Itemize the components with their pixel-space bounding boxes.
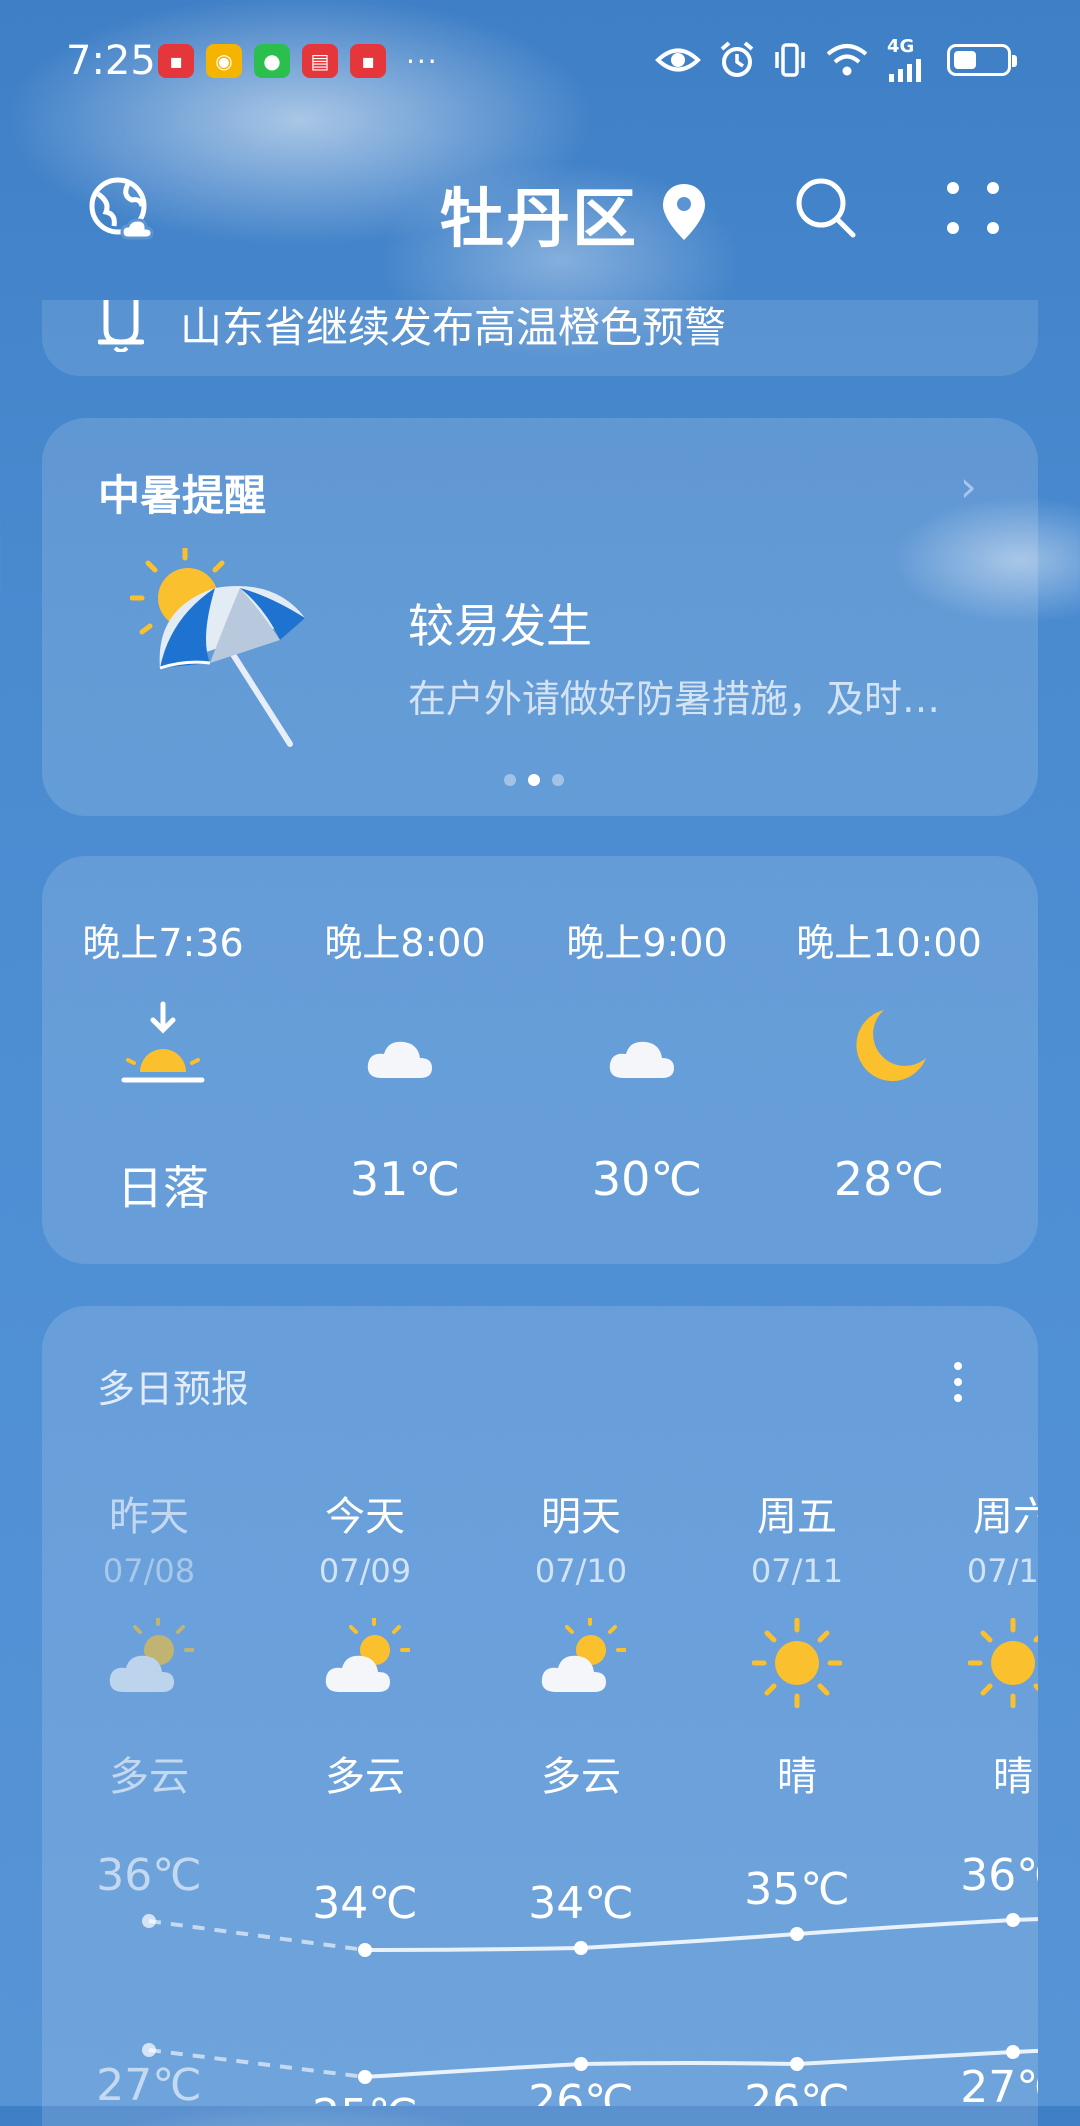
hour-temperature: 30℃ bbox=[591, 1152, 703, 1206]
more-notifications-icon: ··· bbox=[406, 44, 439, 78]
bell-icon bbox=[98, 300, 144, 352]
high-temp-point bbox=[1006, 1913, 1020, 1927]
low-temp-point bbox=[142, 2043, 156, 2057]
hour-time: 晚上7:36 bbox=[82, 921, 244, 965]
pager-dot bbox=[552, 774, 564, 786]
status-time: 7:25 bbox=[66, 38, 156, 84]
pager-dot-active bbox=[528, 774, 540, 786]
high-temp-point bbox=[574, 1941, 588, 1955]
high-temp-label: 36℃ bbox=[96, 1850, 202, 1901]
moon-icon bbox=[768, 1000, 1010, 1100]
daily-forecast-title: 多日预报 bbox=[97, 1367, 250, 1411]
battery-icon bbox=[947, 44, 1017, 76]
hour-time: 晚上10:00 bbox=[796, 921, 982, 965]
pager-dot bbox=[504, 774, 516, 786]
more-options-icon[interactable] bbox=[945, 180, 1001, 236]
daily-forecast-scroller[interactable]: 昨天 07/08 多云 今天 07/09 多云 明天 07/10 多云 周五 0… bbox=[42, 1430, 1038, 2106]
heatstroke-tip: 在户外请做好防暑措施，及时… bbox=[408, 677, 941, 721]
low-temp-label: 27℃ bbox=[96, 2060, 202, 2106]
temperature-trend-chart bbox=[142, 1913, 1038, 2084]
location-pin-icon bbox=[663, 184, 705, 240]
low-temp-point bbox=[1006, 2045, 1020, 2059]
carousel-pager bbox=[504, 774, 564, 786]
reader-app-icon: ▤ bbox=[302, 44, 338, 78]
huawei-mall-icon-2: ▪ bbox=[350, 44, 386, 78]
weibo-icon: ◉ bbox=[206, 44, 242, 78]
heatstroke-card-title: 中暑提醒 bbox=[98, 471, 267, 520]
high-temp-label: 36℃ bbox=[960, 1850, 1038, 1901]
low-temp-label: 25℃ bbox=[257, 2090, 473, 2106]
high-temp-point bbox=[142, 1914, 156, 1928]
wifi-icon bbox=[826, 44, 868, 76]
notification-icons: ▪ ◉ ● ▤ ▪ ··· bbox=[158, 44, 439, 78]
low-temp-point bbox=[790, 2057, 804, 2071]
high-temp-point bbox=[358, 1943, 372, 1957]
low-temp-label: 26℃ bbox=[528, 2076, 634, 2106]
heatstroke-level: 较易发生 bbox=[408, 599, 592, 653]
low-temp-point bbox=[358, 2070, 372, 2084]
low-temp-label: 26℃ bbox=[744, 2076, 850, 2106]
vibrate-icon bbox=[775, 43, 805, 77]
high-temp-label: 35℃ bbox=[744, 1864, 850, 1915]
hour-temperature: 31℃ bbox=[349, 1152, 461, 1206]
location-title[interactable]: 牡丹区 bbox=[440, 168, 638, 260]
hour-time: 晚上9:00 bbox=[566, 921, 728, 965]
chevron-right-icon[interactable]: › bbox=[960, 462, 977, 511]
huawei-mall-icon: ▪ bbox=[158, 44, 194, 78]
high-temp-label: 34℃ bbox=[528, 1878, 634, 1929]
alert-text[interactable]: 山东省继续发布高温橙色预警 bbox=[180, 294, 726, 355]
status-right: 4G bbox=[655, 36, 1017, 84]
low-temp-label: 27℃ bbox=[960, 2062, 1038, 2106]
sunset-icon bbox=[42, 1000, 284, 1100]
partly-cloudy-night-icon bbox=[526, 1000, 768, 1100]
cellular-signal: 4G bbox=[887, 38, 929, 82]
alarm-icon bbox=[720, 41, 754, 77]
high-temp-point bbox=[790, 1927, 804, 1941]
vertical-more-icon[interactable] bbox=[948, 1358, 968, 1408]
hour-temperature: 28℃ bbox=[833, 1152, 945, 1206]
city-management-globe-icon[interactable] bbox=[88, 176, 154, 242]
hour-time: 晚上8:00 bbox=[324, 921, 486, 965]
search-icon[interactable] bbox=[793, 175, 859, 241]
signal-bars-icon bbox=[889, 59, 921, 82]
wechat-icon: ● bbox=[254, 44, 290, 78]
low-temp-point bbox=[574, 2057, 588, 2071]
network-type: 4G bbox=[887, 36, 915, 57]
hour-value: 日落 bbox=[117, 1161, 209, 1215]
sun-umbrella-icon bbox=[130, 548, 305, 747]
partly-cloudy-night-icon bbox=[284, 1000, 526, 1100]
eye-comfort-icon bbox=[655, 48, 701, 72]
high-temp-label: 34℃ bbox=[312, 1878, 418, 1929]
